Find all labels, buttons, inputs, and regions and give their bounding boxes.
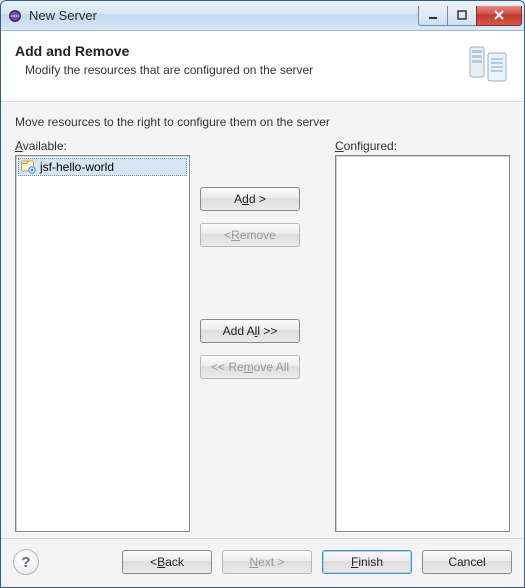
window-buttons (419, 6, 522, 26)
add-button[interactable]: Add > (200, 187, 300, 211)
project-icon (20, 158, 36, 177)
content-area: Move resources to the right to configure… (1, 102, 524, 538)
list-item-label: jsf-hello-world (40, 160, 114, 174)
wizard-banner: Add and Remove Modify the resources that… (1, 31, 524, 102)
footer: ? < Back Next > Finish Cancel (1, 538, 524, 587)
close-button[interactable] (476, 6, 522, 26)
finish-button[interactable]: Finish (322, 550, 412, 574)
dialog-window: New Server Add and Remove Modify the res… (0, 0, 525, 588)
next-button: Next > (222, 550, 312, 574)
available-label: Available: (15, 139, 190, 153)
window-title: New Server (29, 8, 419, 23)
list-item[interactable]: jsf-hello-world (18, 158, 187, 176)
transfer-buttons: Add > < Remove Add All >> << Remove All (190, 139, 310, 532)
banner-icon (460, 43, 510, 87)
banner-subheading: Modify the resources that are configured… (25, 63, 460, 77)
available-listbox[interactable]: jsf-hello-world (15, 155, 190, 532)
configured-label: Configured: (335, 139, 510, 153)
minimize-button[interactable] (418, 6, 448, 26)
remove-button: < Remove (200, 223, 300, 247)
available-column: Available: jsf-hello-world (15, 139, 190, 532)
app-icon (7, 8, 23, 24)
remove-all-button: << Remove All (200, 355, 300, 379)
cancel-button[interactable]: Cancel (422, 550, 512, 574)
banner-heading: Add and Remove (15, 43, 460, 59)
maximize-button[interactable] (447, 6, 477, 26)
configured-listbox[interactable] (335, 155, 510, 532)
instruction-text: Move resources to the right to configure… (15, 115, 510, 129)
titlebar[interactable]: New Server (1, 1, 524, 31)
help-button[interactable]: ? (13, 549, 39, 575)
add-all-button[interactable]: Add All >> (200, 319, 300, 343)
back-button[interactable]: < Back (122, 550, 212, 574)
configured-column: Configured: (335, 139, 510, 532)
